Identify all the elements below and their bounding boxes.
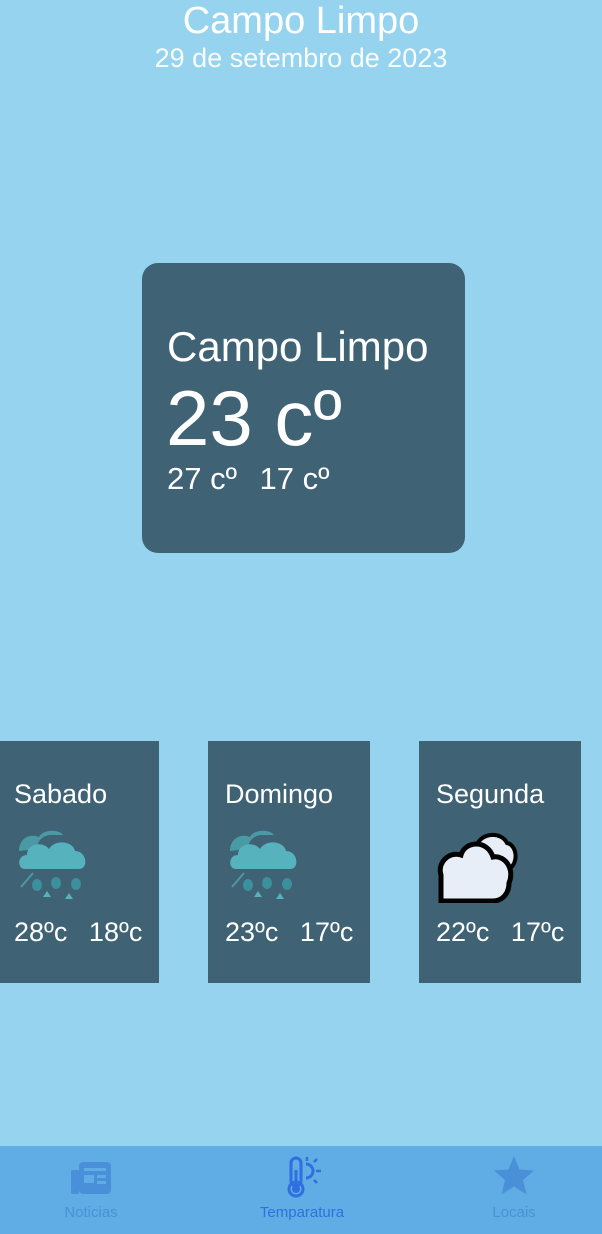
tab-label: Noticias <box>64 1204 118 1221</box>
current-weather-card: Campo Limpo 23 cº 27 cº 17 cº <box>142 263 465 553</box>
forecast-card-sunday[interactable]: Domingo 23ºc 17ºc <box>208 741 370 983</box>
current-min: 17 cº <box>259 461 330 496</box>
current-city: Campo Limpo <box>167 323 429 370</box>
forecast-card-saturday[interactable]: Sabado 28ºc 18ºc <box>0 741 159 983</box>
current-max: 27 cº <box>167 461 237 496</box>
forecast-day: Domingo <box>225 779 334 809</box>
current-temperature: 23 cº <box>166 374 342 462</box>
forecast-card-monday[interactable]: Segunda 22ºc 17ºc <box>419 741 581 983</box>
current-range: 27 cº 17 cº <box>167 461 329 497</box>
forecast-range: 22ºc 17ºc <box>436 917 564 948</box>
page-title: Campo Limpo <box>182 0 420 42</box>
tab-label: Locais <box>492 1204 536 1221</box>
tab-locais[interactable]: Locais <box>414 1146 602 1234</box>
header: Campo Limpo 29 de setembro de 2023 <box>0 0 602 74</box>
forecast-max: 28ºc <box>14 917 68 947</box>
newspaper-icon <box>69 1154 113 1198</box>
rain-cloud-icon <box>13 829 97 903</box>
forecast-range: 23ºc 17ºc <box>225 917 353 948</box>
tab-temparatura[interactable]: Temparatura <box>202 1146 402 1234</box>
forecast-max: 23ºc <box>225 917 279 947</box>
tab-label: Temparatura <box>259 1204 345 1221</box>
tab-bar: Noticias Temparatura Locais <box>0 1146 602 1234</box>
tab-noticias[interactable]: Noticias <box>0 1146 191 1234</box>
date-label: 29 de setembro de 2023 <box>154 43 448 73</box>
forecast-max: 22ºc <box>436 917 490 947</box>
rain-cloud-icon <box>224 829 308 903</box>
forecast-range: 28ºc 18ºc <box>14 917 142 948</box>
forecast-day: Sabado <box>14 779 108 809</box>
forecast-day: Segunda <box>436 779 545 809</box>
star-icon <box>492 1154 536 1198</box>
forecast-min: 18ºc <box>88 917 143 947</box>
forecast-min: 17ºc <box>510 917 565 947</box>
thermometer-sun-icon <box>280 1154 324 1198</box>
cloudy-icon <box>435 829 519 904</box>
forecast-min: 17ºc <box>299 917 354 947</box>
